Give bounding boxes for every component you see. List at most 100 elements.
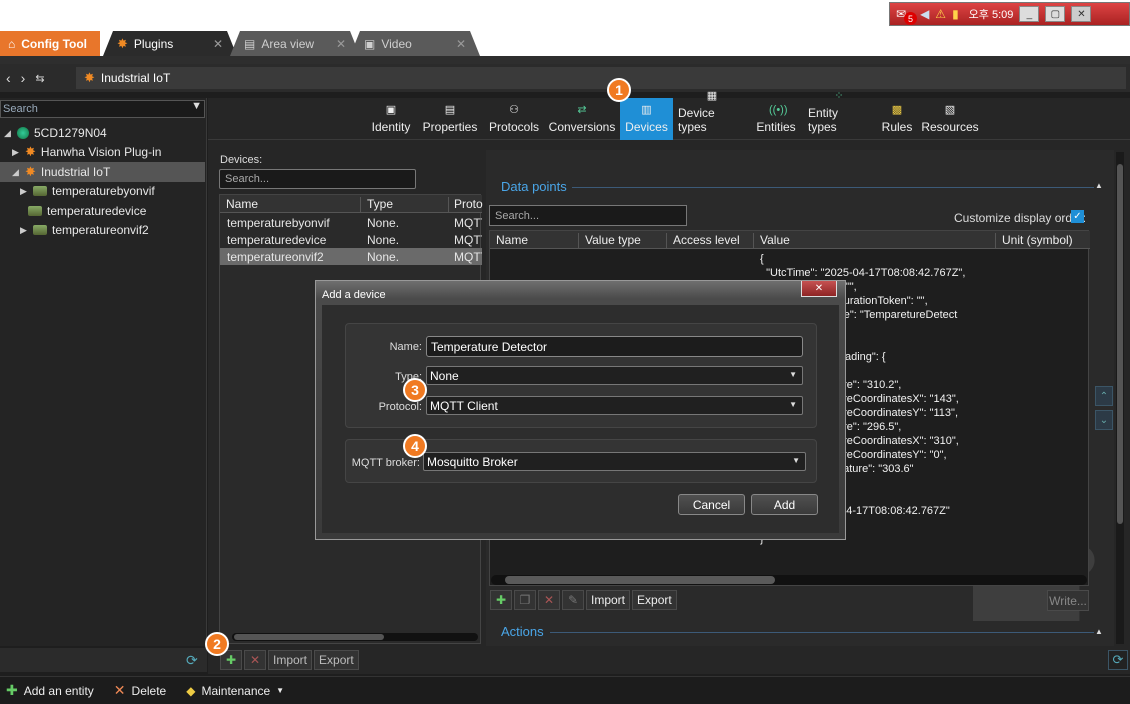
tab-identity[interactable]: ▣ Identity	[368, 98, 414, 140]
write-button[interactable]: Write...	[1047, 590, 1089, 611]
name-input[interactable]: Temperature Detector	[426, 336, 803, 357]
table-row[interactable]: temperaturebyonvif None. MQTT	[220, 214, 482, 231]
dialog-close-button[interactable]: ✕	[801, 281, 837, 297]
column-header[interactable]: Access level	[666, 233, 740, 249]
column-header[interactable]: Unit (symbol)	[995, 233, 1073, 249]
expand-icon[interactable]: ▶	[20, 186, 28, 197]
tab-rules[interactable]: ▩ Rules	[882, 98, 913, 140]
home-icon: ⌂	[8, 36, 16, 51]
tree-search-input[interactable]: Search	[0, 100, 205, 118]
step-badge: 4	[403, 434, 427, 458]
broker-select[interactable]: Mosquitto Broker ▼	[423, 452, 806, 471]
add-button[interactable]: Add	[751, 494, 818, 515]
plugin-icon: ✸	[25, 144, 36, 159]
tree-item-device[interactable]: temperaturedevice	[0, 201, 205, 221]
maximize-button[interactable]: ▢	[1045, 6, 1066, 22]
resources-icon: ▧	[944, 104, 956, 116]
close-icon[interactable]: ✕	[336, 37, 346, 51]
data-points-title[interactable]: Data points	[501, 179, 567, 194]
collapse-section-icon[interactable]: ▲	[1095, 181, 1103, 190]
chevron-down-icon: ▼	[276, 686, 285, 695]
data-points-horizontal-scrollbar[interactable]	[491, 575, 1087, 585]
data-points-export-button[interactable]: Export	[632, 590, 677, 610]
minimize-button[interactable]: _	[1019, 6, 1040, 22]
collapse-section-icon[interactable]: ▲	[1095, 627, 1103, 636]
data-points-header: Name Value type Access level Value Unit …	[490, 231, 1090, 249]
scrollbar-thumb[interactable]	[1117, 164, 1123, 524]
tab-resources[interactable]: ▧ Resources	[921, 98, 978, 140]
refresh-icon[interactable]: ⟳	[186, 652, 198, 669]
plugin-icon: ✸	[25, 164, 36, 179]
devices-horizontal-scrollbar[interactable]	[232, 633, 478, 641]
column-header[interactable]: Type	[360, 197, 393, 213]
column-header[interactable]: Value type	[578, 233, 641, 249]
left-bottom-bar	[0, 648, 207, 672]
config-tool-tab[interactable]: ⌂ Config Tool	[0, 31, 100, 56]
add-entity-button[interactable]: ✚ Add an entity	[6, 682, 94, 699]
tab-devices[interactable]: ▥ Devices	[620, 98, 673, 140]
back-icon[interactable]: ‹	[6, 70, 11, 86]
collapse-icon[interactable]: ◢	[12, 167, 20, 178]
main-vertical-scrollbar[interactable]	[1116, 152, 1124, 644]
data-points-import-button[interactable]: Import	[586, 590, 631, 610]
tree-item-server[interactable]: ◢ 5CD1279N04	[0, 123, 205, 143]
tab-device-types[interactable]: ▦ Device types	[678, 90, 746, 140]
column-header[interactable]: Proto	[448, 197, 483, 213]
expand-icon[interactable]: ▶	[20, 225, 28, 236]
delete-button[interactable]: ✕ Delete	[114, 682, 166, 699]
type-select[interactable]: None ▼	[426, 366, 803, 385]
data-points-search-input[interactable]: Search...	[489, 205, 687, 226]
signal-icon[interactable]: ▮	[952, 7, 959, 21]
add-data-point-button[interactable]: ✚	[490, 590, 512, 610]
customize-order-checkbox[interactable]: ✓	[1071, 210, 1084, 223]
devices-import-button[interactable]: Import	[268, 650, 313, 670]
expand-icon[interactable]: ▶	[12, 147, 20, 158]
table-row[interactable]: temperaturedevice None. MQTT	[220, 231, 482, 248]
tree-item-industrial-iot[interactable]: ◢ ✸ Inudstrial IoT	[0, 162, 205, 182]
collapse-icon[interactable]: ◢	[4, 128, 12, 139]
tab-entity-types[interactable]: ⁘ Entity types	[808, 90, 870, 140]
protocol-select[interactable]: MQTT Client ▼	[426, 396, 803, 415]
tree-item-hanwha[interactable]: ▶ ✸ Hanwha Vision Plug-in	[0, 142, 205, 162]
tab-entities[interactable]: ((•)) Entities	[756, 98, 796, 140]
delete-device-button[interactable]: ✕	[244, 650, 266, 670]
close-icon[interactable]: ✕	[456, 37, 466, 51]
history-icon[interactable]: ⇆	[35, 72, 44, 85]
scrollbar-thumb[interactable]	[505, 576, 775, 584]
maintenance-button[interactable]: ◆ Maintenance ▼	[186, 684, 284, 698]
chevron-down-icon: ▼	[789, 400, 797, 409]
device-protocol: MQTT	[454, 233, 482, 247]
breadcrumb[interactable]: ✸ Inudstrial IoT	[76, 67, 1126, 89]
tree-item-device[interactable]: ▶ temperaturebyonvif	[0, 181, 205, 201]
table-row[interactable]: temperatureonvif2 None. MQTT	[220, 248, 482, 265]
actions-title[interactable]: Actions	[501, 624, 544, 639]
devices-export-button[interactable]: Export	[314, 650, 359, 670]
filter-icon[interactable]: ▼	[191, 100, 202, 112]
delete-data-point-button[interactable]: ✕	[538, 590, 560, 610]
device-icon	[33, 186, 47, 196]
devices-search-input[interactable]: Search...	[219, 169, 416, 189]
copy-data-point-button[interactable]: ❐	[514, 590, 536, 610]
column-header[interactable]: Name	[490, 233, 528, 249]
refresh-icon[interactable]: ⟳	[1108, 650, 1128, 670]
edit-data-point-button[interactable]: ✎	[562, 590, 584, 610]
tab-conversions[interactable]: ⇄ Conversions	[549, 98, 616, 140]
scroll-down-icon[interactable]: ⌄	[1095, 410, 1113, 430]
column-header[interactable]: Value	[753, 233, 790, 249]
close-icon[interactable]: ✕	[213, 37, 223, 51]
tab-properties[interactable]: ▤ Properties	[422, 98, 478, 140]
tree-item-label: Hanwha Vision Plug-in	[40, 145, 162, 159]
forward-icon[interactable]: ›	[21, 70, 26, 86]
scrollbar-thumb[interactable]	[234, 634, 384, 640]
tab-area-view[interactable]: ▤ Area view ✕	[230, 31, 360, 56]
window-close-button[interactable]: ✕	[1071, 6, 1092, 22]
cancel-button[interactable]: Cancel	[678, 494, 745, 515]
tree-item-device[interactable]: ▶ temperatureonvif2	[0, 220, 205, 240]
tab-plugins[interactable]: ✸ Plugins ✕	[103, 31, 237, 56]
column-header[interactable]: Name	[226, 197, 258, 211]
tab-protocols[interactable]: ⚇ Protocols	[488, 98, 540, 140]
tab-video[interactable]: ▣ Video ✕	[350, 31, 480, 56]
warning-icon[interactable]: ⚠	[935, 7, 946, 21]
volume-icon[interactable]: ◀	[920, 7, 929, 21]
scroll-up-icon[interactable]: ⌃	[1095, 386, 1113, 406]
